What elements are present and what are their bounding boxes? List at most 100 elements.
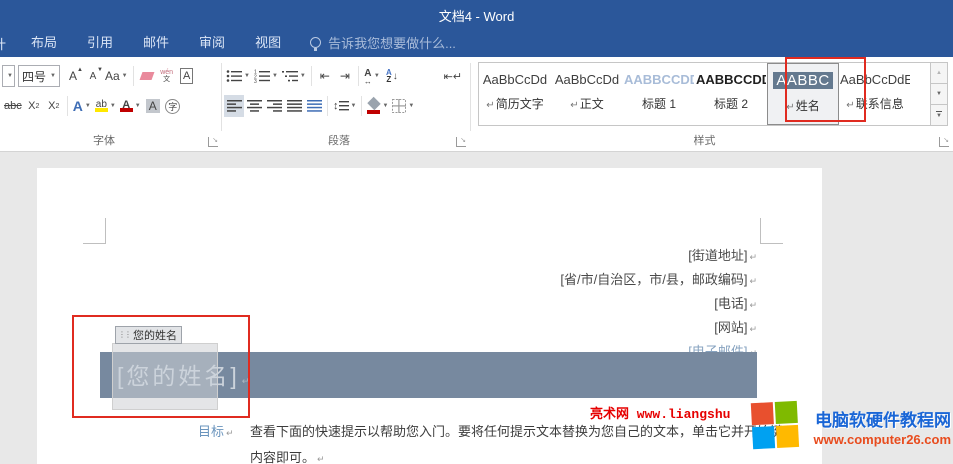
style-item-resume-text[interactable]: AaBbCcDd ↵简历文字 — [479, 63, 551, 125]
tab-view[interactable]: 视图 — [240, 28, 296, 57]
justify-icon — [287, 100, 302, 112]
style-item-heading2[interactable]: AABBCCDD 标题 2 — [695, 63, 767, 125]
asian-layout-button[interactable]: A↔▼ — [362, 65, 382, 87]
character-border-button[interactable]: A — [177, 65, 197, 87]
font-size-combo[interactable]: 四号 ▼ — [18, 65, 60, 87]
styles-gallery: AaBbCcDd ↵简历文字 AaBbCcDd ↵正文 AABBCCDD 标题 … — [478, 62, 948, 126]
highlighter-icon: ab — [95, 100, 108, 112]
phonetic-guide-button[interactable]: wén文 — [157, 65, 177, 87]
paint-bucket-icon — [367, 98, 380, 114]
tab-review[interactable]: 审阅 — [184, 28, 240, 57]
styles-more-button[interactable]: ▼ — [931, 105, 947, 125]
strikethrough-button[interactable]: abc — [2, 95, 24, 117]
sort-az-icon: AZ — [386, 69, 392, 83]
chevron-down-icon: ▼ — [50, 73, 56, 79]
align-center-button[interactable] — [244, 95, 264, 117]
drag-handle-icon: ⋮⋮ — [118, 331, 130, 339]
placeholder-website[interactable]: [网站]↵ — [714, 317, 757, 336]
chevron-down-icon: ▼ — [7, 73, 13, 79]
divider — [133, 66, 134, 86]
align-left-button[interactable] — [224, 95, 244, 117]
tell-me-box[interactable]: 告诉我您想要做什么... — [310, 33, 456, 52]
font-size-value: 四号 — [22, 68, 46, 85]
placeholder-city-zip[interactable]: [省/市/自治区，市/县，邮政编码]↵ — [560, 269, 757, 288]
crop-mark-icon — [760, 243, 783, 244]
tab-design-partial[interactable]: 设计 — [0, 28, 16, 57]
subscript-button[interactable]: X2 — [24, 95, 44, 117]
ribbon-tab-bar: 设计 布局 引用 邮件 审阅 视图 告诉我您想要做什么... — [0, 28, 953, 57]
font-name-combo-partial[interactable]: ▼ — [2, 65, 15, 87]
tab-mailings[interactable]: 邮件 — [128, 28, 184, 57]
numbering-icon: 123 — [254, 69, 270, 83]
phonetic-icon: wén文 — [160, 69, 173, 83]
divider — [358, 66, 359, 86]
pilcrow-icon: ↵ — [749, 324, 757, 334]
distribute-icon — [307, 100, 322, 112]
enclose-characters-icon: 字 — [165, 99, 180, 114]
placeholder-phone[interactable]: [电话]↵ — [714, 293, 757, 312]
window-title: 文档4 - Word — [0, 6, 953, 25]
caret-down-icon: ▼ — [936, 91, 942, 97]
decrease-indent-button[interactable]: ⇤ — [315, 65, 335, 87]
lightbulb-icon — [310, 37, 321, 48]
sort-button[interactable]: AZ↓ — [382, 65, 402, 87]
increase-indent-button[interactable]: ⇥ — [335, 65, 355, 87]
styles-scrollbar: ▲ ▼ ▼ — [930, 63, 947, 125]
pilcrow-icon: ↵ — [226, 428, 234, 438]
styles-scroll-down-button[interactable]: ▼ — [931, 84, 947, 105]
title-bar: 文档4 - Word — [0, 0, 953, 28]
styles-scroll-up-button[interactable]: ▲ — [931, 63, 947, 84]
enclose-characters-button[interactable]: 字 — [163, 95, 183, 117]
numbering-button[interactable]: 123▼ — [252, 65, 280, 87]
text-effects-button[interactable]: A▼ — [71, 95, 93, 117]
font-color-button[interactable]: A▼ — [118, 95, 143, 117]
align-center-icon — [247, 100, 262, 112]
style-item-normal[interactable]: AaBbCcDd ↵正文 — [551, 63, 623, 125]
paragraph-marks-icon: ⇤↵ — [444, 70, 462, 83]
paragraph-dialog-launcher-icon[interactable]: ↘ — [456, 137, 466, 147]
body-text-line2: 内容即可。↵ — [250, 447, 325, 464]
svg-text:3: 3 — [254, 79, 257, 83]
styles-dialog-launcher-icon[interactable]: ↘ — [939, 137, 949, 147]
line-spacing-button[interactable]: ↕▼ — [331, 95, 358, 117]
character-shading-button[interactable]: A — [143, 95, 163, 117]
ribbon: ▼ 四号▼ A▲ A▼ Aa▼ wén文 A abc X2 X2 A▼ ab▼ … — [0, 57, 953, 152]
highlight-color-button[interactable]: ab▼ — [93, 95, 118, 117]
clear-formatting-button[interactable] — [137, 65, 157, 87]
shading-button[interactable]: ▼ — [365, 95, 390, 117]
borders-button[interactable]: ▼ — [390, 95, 416, 117]
font-dialog-launcher-icon[interactable]: ↘ — [208, 137, 218, 147]
divider — [67, 96, 68, 116]
name-placeholder-text[interactable]: [您的姓名]↵ — [117, 357, 252, 391]
align-right-button[interactable] — [264, 95, 284, 117]
pilcrow-icon: ↵ — [749, 252, 757, 262]
superscript-button[interactable]: X2 — [44, 95, 64, 117]
shrink-font-button[interactable]: A▼ — [83, 65, 103, 87]
styles-group: AaBbCcDd ↵简历文字 AaBbCcDd ↵正文 AABBCCDD 标题 … — [470, 57, 953, 151]
grow-font-button[interactable]: A▲ — [63, 65, 83, 87]
body-text-line1: 查看下面的快速提示以帮助您入门。要将任何提示文本替换为您自己的文本，单击它并开始… — [250, 421, 796, 440]
style-item-contact-info[interactable]: AaBbCcDdE ↵联系信息 — [839, 63, 911, 125]
paragraph-group-label: 段落 — [222, 132, 456, 148]
align-left-icon — [227, 100, 242, 112]
word-window: 文档4 - Word 设计 布局 引用 邮件 审阅 视图 告诉我您想要做什么..… — [0, 0, 953, 464]
pilcrow-icon: ↵ — [317, 454, 325, 464]
placeholder-street-address[interactable]: [街道地址]↵ — [688, 245, 757, 264]
change-case-button[interactable]: Aa▼ — [103, 65, 130, 87]
distribute-button[interactable] — [304, 95, 324, 117]
caret-up-icon: ▲ — [936, 70, 942, 76]
pilcrow-icon: ↵ — [846, 100, 854, 111]
bullets-icon — [226, 69, 242, 83]
show-hide-marks-button[interactable]: ⇤↵ — [442, 65, 464, 87]
tab-layout[interactable]: 布局 — [16, 28, 72, 57]
multilevel-list-button[interactable]: ▼ — [280, 65, 308, 87]
style-item-name[interactable]: AABBC ↵姓名 — [767, 63, 839, 125]
eraser-icon — [139, 72, 154, 80]
style-item-heading1[interactable]: AABBCCDD 标题 1 — [623, 63, 695, 125]
font-group-label: 字体 — [0, 132, 208, 148]
tab-references[interactable]: 引用 — [72, 28, 128, 57]
content-control-tab[interactable]: ⋮⋮ 您的姓名 — [115, 326, 182, 344]
bullets-button[interactable]: ▼ — [224, 65, 252, 87]
justify-button[interactable] — [284, 95, 304, 117]
watermark-site-url: www.computer26.com — [814, 432, 952, 447]
